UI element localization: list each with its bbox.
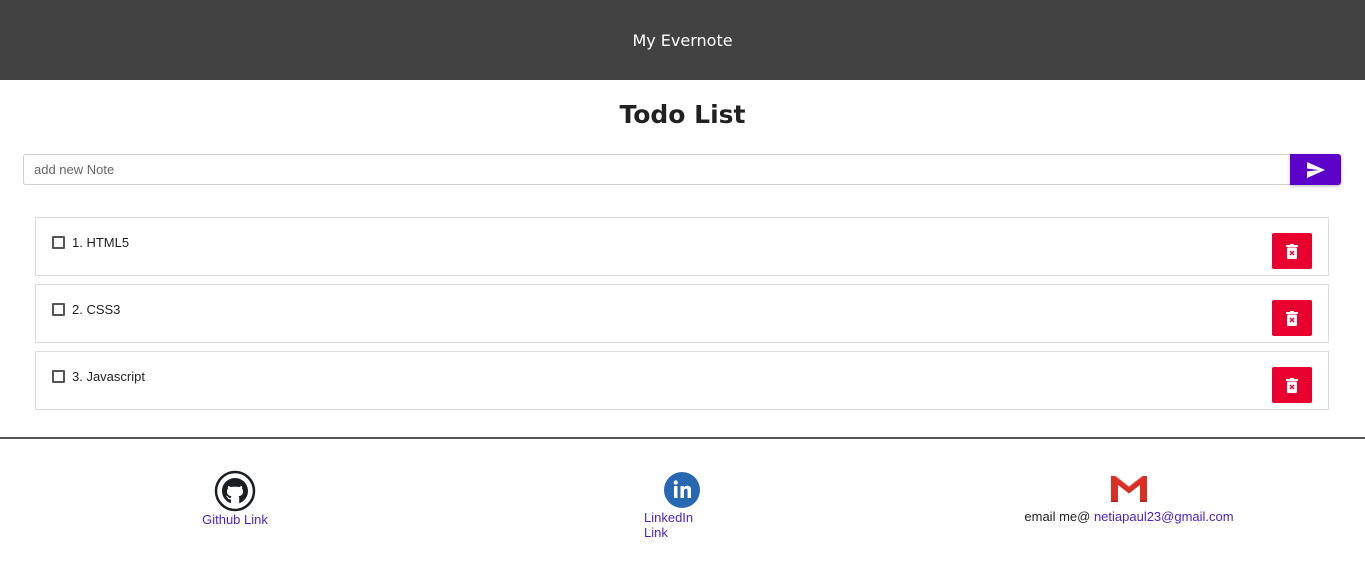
delete-button[interactable]: [1272, 300, 1312, 336]
email-line: email me@ netiapaul23@gmail.com: [1024, 509, 1233, 524]
delete-button[interactable]: [1272, 367, 1312, 403]
footer-divider: [0, 437, 1365, 439]
linkedin-icon[interactable]: [662, 470, 702, 510]
github-link[interactable]: Github Link: [202, 512, 268, 527]
trash-icon: [1286, 310, 1298, 326]
new-note-input[interactable]: [23, 154, 1290, 185]
email-section: email me@ netiapaul23@gmail.com: [1022, 470, 1236, 524]
add-note-button[interactable]: [1290, 154, 1341, 185]
trash-icon: [1286, 243, 1298, 259]
trash-icon: [1286, 377, 1298, 393]
github-icon[interactable]: [214, 470, 256, 512]
todo-label: 2. CSS3: [72, 302, 121, 317]
page-title: Todo List: [619, 100, 746, 129]
send-icon: [1306, 161, 1325, 178]
email-prefix: email me@: [1024, 509, 1094, 524]
todo-checkbox[interactable]: [52, 303, 65, 316]
app-title: My Evernote: [632, 30, 733, 50]
todo-item: 3. Javascript: [35, 351, 1329, 410]
linkedin-link[interactable]: LinkedIn Link: [644, 510, 720, 540]
todo-item: 2. CSS3: [35, 284, 1329, 343]
github-section: Github Link: [202, 470, 268, 527]
todo-label: 3. Javascript: [72, 369, 145, 384]
app-header: My Evernote: [0, 0, 1365, 80]
linkedin-section: LinkedIn Link: [644, 470, 720, 540]
todo-label: 1. HTML5: [72, 235, 130, 250]
todo-list: 1. HTML5 2. CSS3 3. Javascript: [35, 217, 1329, 418]
todo-checkbox[interactable]: [52, 236, 65, 249]
gmail-icon[interactable]: [1109, 470, 1149, 506]
add-note-form: [23, 154, 1341, 185]
todo-checkbox[interactable]: [52, 370, 65, 383]
email-link[interactable]: netiapaul23@gmail.com: [1094, 509, 1234, 524]
todo-item: 1. HTML5: [35, 217, 1329, 276]
delete-button[interactable]: [1272, 233, 1312, 269]
